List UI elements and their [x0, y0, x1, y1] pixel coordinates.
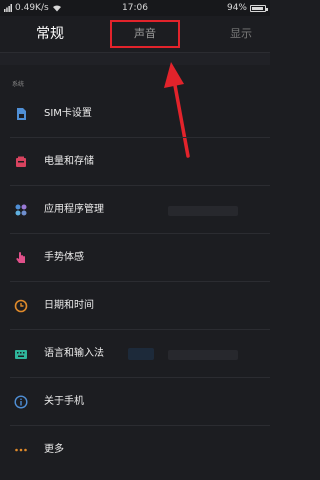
- list-item-label: 关于手机: [44, 396, 84, 407]
- header-shadow: [0, 53, 270, 65]
- watermark: [128, 348, 154, 360]
- gesture-hand-icon: [16, 252, 25, 263]
- settings-list: SIM卡设置 电量和存储 应用程序管理 手势体感 日期和时间 语言和输入法 关于…: [0, 90, 270, 474]
- list-item-battery-storage[interactable]: 电量和存储: [0, 138, 270, 186]
- redacted-text: [168, 350, 238, 360]
- list-item-label: 语言和输入法: [44, 348, 104, 359]
- section-label: 系统: [12, 81, 25, 88]
- list-item-label: 电量和存储: [44, 156, 94, 167]
- status-right: 94%: [226, 3, 268, 13]
- more-dots-icon: [15, 448, 27, 452]
- redacted-text: [168, 206, 238, 216]
- sim-card-icon: [17, 108, 26, 120]
- list-item-language-input[interactable]: 语言和输入法: [0, 330, 270, 378]
- list-item-app-management[interactable]: 应用程序管理: [0, 186, 270, 234]
- list-item-date-time[interactable]: 日期和时间: [0, 282, 270, 330]
- keyboard-icon: [15, 350, 27, 359]
- list-item-more[interactable]: 更多: [0, 426, 270, 474]
- list-item-label: 手势体感: [44, 252, 84, 263]
- status-bar: 0.49K/s 17:06 94%: [0, 0, 270, 16]
- battery-icon: [250, 4, 268, 12]
- clock-icon: [14, 299, 28, 313]
- list-item-label: SIM卡设置: [44, 108, 92, 119]
- list-item-gestures[interactable]: 手势体感: [0, 234, 270, 282]
- list-item-label: 应用程序管理: [44, 204, 104, 215]
- tab-general[interactable]: 常规: [36, 16, 64, 52]
- list-item-sim-settings[interactable]: SIM卡设置: [0, 90, 270, 138]
- apps-icon: [15, 204, 27, 216]
- info-icon: [14, 395, 28, 409]
- tab-display[interactable]: 显示: [230, 16, 252, 52]
- battery-percent: 94%: [226, 3, 247, 13]
- list-item-about-phone[interactable]: 关于手机: [0, 378, 270, 426]
- list-item-label: 日期和时间: [44, 300, 94, 311]
- settings-screen: 0.49K/s 17:06 94% 常规 声音 显示 系统 SIM卡设置 电量和…: [0, 0, 270, 480]
- annotation-highlight-box: [110, 20, 180, 48]
- list-item-label: 更多: [44, 444, 64, 455]
- battery-storage-icon: [16, 156, 26, 167]
